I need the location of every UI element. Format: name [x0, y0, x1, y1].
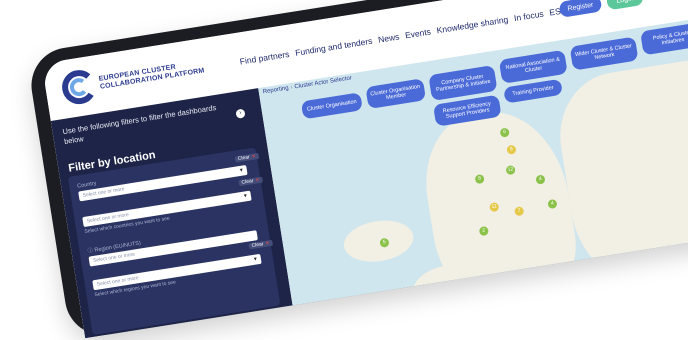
- close-icon: ✕: [264, 240, 271, 247]
- clear-label: Clear: [241, 178, 254, 186]
- pill-cluster-organisation[interactable]: Cluster Organisation: [300, 92, 363, 120]
- filter-panel: Country Select one or more ▾ Clear✕ Sele…: [67, 147, 281, 336]
- nav-knowledge-sharing[interactable]: Knowledge sharing: [436, 14, 509, 35]
- nav-funding-tenders[interactable]: Funding and tenders: [294, 36, 373, 58]
- logo-text: EUROPEAN CLUSTER COLLABORATION PLATFORM: [98, 59, 205, 91]
- register-button[interactable]: Register: [558, 0, 603, 18]
- clear-region-button[interactable]: Clear✕: [248, 239, 274, 250]
- chevron-down-icon: ▾: [253, 256, 258, 263]
- nav-events[interactable]: Events: [404, 26, 431, 40]
- pill-wider-cluster[interactable]: Wider Cluster & Cluster Network: [569, 36, 639, 71]
- clear-label: Clear: [251, 241, 264, 250]
- collapse-toggle-icon[interactable]: ›: [235, 108, 246, 119]
- country-placeholder: Select one or more: [82, 186, 126, 199]
- pill-national-association[interactable]: National Association & Cluster: [498, 49, 568, 84]
- tablet-frame: EUROPEAN CLUSTER COLLABORATION PLATFORM …: [26, 0, 688, 340]
- clear-label: Clear: [237, 154, 251, 163]
- nav-find-partners[interactable]: Find partners: [239, 49, 290, 67]
- login-button[interactable]: Login: [605, 0, 644, 11]
- chevron-down-icon: ▾: [243, 193, 248, 200]
- filter-sidebar: Use the following filters to filter the …: [50, 88, 293, 339]
- chevron-down-icon: ▾: [239, 167, 244, 174]
- region-placeholder: Select one or more: [92, 251, 136, 264]
- breadcrumb-reporting[interactable]: Reporting: [262, 85, 289, 95]
- pill-policy-initiatives[interactable]: Policy & Cluster Initiatives: [640, 21, 688, 56]
- nav-news[interactable]: News: [377, 31, 400, 44]
- land-east: [550, 50, 688, 300]
- pill-training-provider[interactable]: Training Provider: [503, 78, 563, 104]
- nav-in-focus[interactable]: In focus: [513, 9, 544, 24]
- close-icon: ✕: [251, 153, 257, 160]
- screen: EUROPEAN CLUSTER COLLABORATION PLATFORM …: [41, 0, 688, 339]
- clear-country-selection-button[interactable]: Clear✕: [238, 176, 264, 187]
- close-icon: ✕: [254, 177, 261, 184]
- logo-mark-icon: [57, 68, 96, 107]
- pill-cluster-member[interactable]: Cluster Organisation Member: [365, 78, 427, 110]
- breadcrumb-separator: ›: [290, 84, 294, 91]
- clear-country-button[interactable]: Clear✕: [234, 152, 260, 163]
